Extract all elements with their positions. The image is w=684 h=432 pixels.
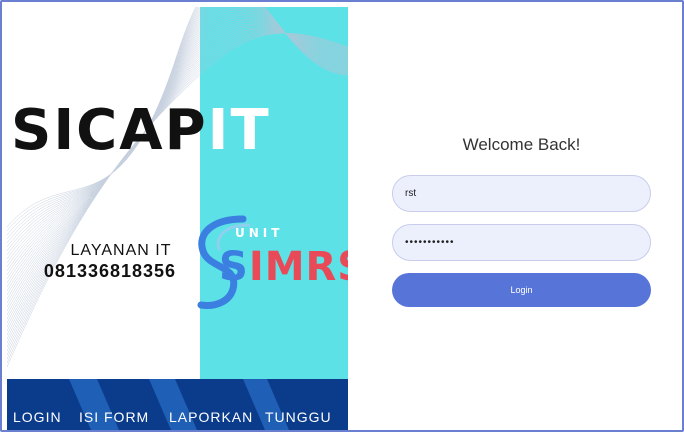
logo-wordmark-imrs: IMRS	[248, 244, 348, 290]
step-isi-form: ISI FORM	[79, 409, 150, 425]
brand-title-suffix: IT	[207, 98, 271, 163]
brand-title-main: SICAP	[11, 98, 208, 163]
password-input[interactable]	[392, 224, 651, 261]
step-tunggu: TUNGGU	[265, 409, 332, 425]
username-input[interactable]	[392, 175, 651, 212]
steps-bar: LOGIN ISI FORM LAPORKAN TUNGGU	[7, 379, 348, 430]
logo-unit-text: UNIT	[235, 226, 284, 240]
welcome-heading: Welcome Back!	[462, 135, 581, 154]
service-label: LAYANAN IT	[70, 242, 172, 259]
brand-title: SICAPIT	[11, 103, 271, 159]
logo-wordmark-s: S	[219, 244, 249, 290]
step-laporkan: LAPORKAN	[169, 409, 254, 425]
login-button[interactable]: Login	[392, 273, 651, 307]
service-phone: 081336818356	[43, 261, 177, 281]
branding-panel: SICAPIT LAYANAN IT 081336818356 UNIT SIM…	[7, 7, 348, 430]
login-panel: Welcome Back! Login	[348, 7, 677, 430]
logo-wordmark: SIMRS	[219, 247, 348, 287]
wave-lines-decoration	[7, 7, 348, 368]
step-login: LOGIN	[13, 409, 62, 425]
